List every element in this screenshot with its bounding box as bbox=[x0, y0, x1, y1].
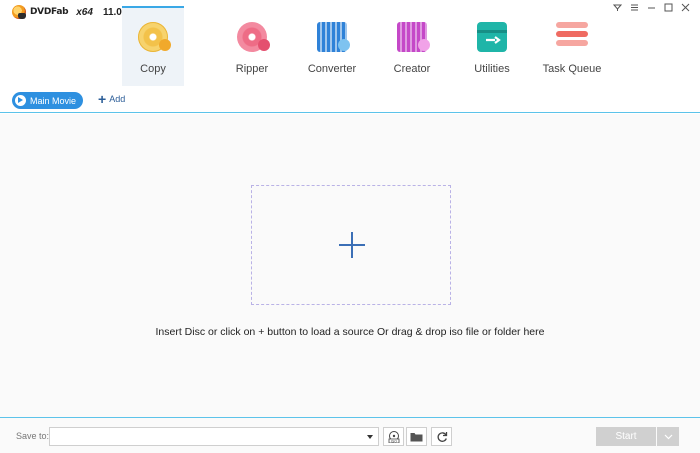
task-queue-icon bbox=[556, 22, 588, 52]
copy-disc-icon bbox=[138, 22, 171, 52]
plus-icon: + bbox=[98, 91, 107, 107]
nav-copy-label: Copy bbox=[140, 63, 166, 75]
dvdfab-logo-icon bbox=[12, 5, 26, 19]
nav-copy[interactable]: Copy bbox=[122, 6, 184, 86]
utilities-toolbox-icon bbox=[477, 22, 507, 52]
menu-icon[interactable] bbox=[630, 3, 639, 12]
drop-hint-text: Insert Disc or click on + button to load… bbox=[155, 326, 545, 338]
folder-icon bbox=[410, 433, 423, 442]
browse-folder-button[interactable] bbox=[406, 427, 427, 446]
main-movie-button[interactable]: Main Movie bbox=[12, 92, 84, 109]
converter-film-icon bbox=[317, 22, 350, 52]
window-controls bbox=[613, 3, 690, 12]
save-to-label: Save to: bbox=[16, 431, 50, 441]
add-source-plus-icon[interactable] bbox=[339, 232, 365, 258]
start-options-button[interactable] bbox=[657, 427, 679, 446]
brand-arch: x64 bbox=[76, 6, 93, 18]
main-movie-label: Main Movie bbox=[30, 95, 77, 106]
svg-text:ISO: ISO bbox=[390, 439, 396, 443]
minimize-icon[interactable] bbox=[647, 3, 656, 12]
source-toolbar: Main Movie + Add bbox=[0, 88, 700, 113]
add-label: Add bbox=[109, 94, 126, 104]
nav-utilities[interactable]: Utilities bbox=[454, 6, 530, 86]
app-brand: DVDFab x64 11.0.0.4 bbox=[12, 4, 139, 20]
refresh-button[interactable] bbox=[431, 427, 452, 446]
creator-film-icon bbox=[397, 22, 430, 52]
start-button[interactable]: Start bbox=[596, 427, 656, 446]
refresh-icon bbox=[437, 431, 447, 442]
nav-creator[interactable]: Creator bbox=[374, 6, 450, 86]
nav-task-queue-label: Task Queue bbox=[542, 63, 602, 75]
save-to-input[interactable] bbox=[49, 427, 379, 446]
nav-task-queue[interactable]: Task Queue bbox=[534, 6, 610, 86]
app-header: DVDFab x64 11.0.0.4 Copy Ripper Converte… bbox=[0, 0, 700, 88]
settings-icon[interactable] bbox=[613, 3, 622, 12]
nav-converter-label: Converter bbox=[307, 63, 357, 75]
nav-ripper-label: Ripper bbox=[235, 63, 269, 75]
maximize-icon[interactable] bbox=[664, 3, 673, 12]
nav-ripper[interactable]: Ripper bbox=[214, 6, 290, 86]
output-footer: Save to: ISO Start bbox=[0, 417, 700, 453]
iso-disc-icon: ISO bbox=[388, 430, 399, 443]
add-button[interactable]: + Add bbox=[98, 91, 126, 107]
chevron-down-icon bbox=[664, 434, 672, 439]
drop-zone[interactable] bbox=[251, 185, 451, 305]
nav-utilities-label: Utilities bbox=[474, 63, 510, 75]
source-area: Insert Disc or click on + button to load… bbox=[0, 114, 700, 417]
module-nav: Copy Ripper Converter Creator Utilities … bbox=[122, 6, 614, 86]
nav-creator-label: Creator bbox=[393, 63, 431, 75]
play-circle-icon bbox=[15, 95, 26, 106]
ripper-disc-icon bbox=[237, 22, 270, 52]
nav-converter[interactable]: Converter bbox=[294, 6, 370, 86]
save-to-dropdown-icon[interactable] bbox=[367, 435, 373, 439]
brand-name: DVDFab bbox=[30, 7, 69, 17]
iso-output-button[interactable]: ISO bbox=[383, 427, 404, 446]
close-icon[interactable] bbox=[681, 3, 690, 12]
